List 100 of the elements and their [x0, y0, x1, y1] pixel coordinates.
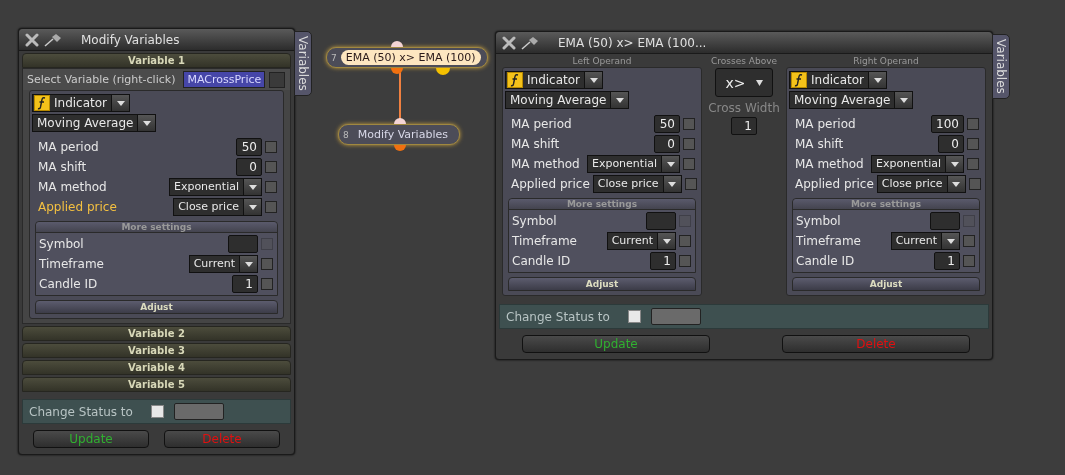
param-label: MA period	[795, 117, 857, 131]
pin-icon[interactable]	[521, 35, 539, 50]
flow-node[interactable]: 8 Modify Variables	[338, 124, 460, 145]
variable-field[interactable]: MACrossPrice	[183, 71, 266, 88]
status-label: Change Status to	[506, 309, 610, 324]
caret-icon	[244, 261, 253, 267]
section-header[interactable]: Variable 5	[22, 377, 291, 392]
checkbox[interactable]	[967, 158, 979, 170]
function-icon	[791, 72, 807, 88]
param-label: Applied price	[795, 177, 874, 191]
checkbox[interactable]	[265, 141, 277, 153]
pin-icon[interactable]	[44, 32, 62, 47]
source-dropdown[interactable]: Indicator	[32, 94, 131, 112]
checkbox[interactable]	[679, 235, 691, 247]
dropdown[interactable]: Exponential	[870, 155, 964, 173]
side-tab[interactable]: Variables	[992, 34, 1010, 99]
close-icon[interactable]	[502, 35, 516, 50]
text-field[interactable]	[228, 235, 258, 253]
dropdown[interactable]: Close price	[592, 175, 682, 193]
side-tab[interactable]: Variables	[294, 31, 312, 96]
section-header[interactable]: Variable 2	[22, 326, 291, 341]
flow-node[interactable]: 7 EMA (50) x> EMA (100)	[326, 47, 488, 68]
output-port-icon[interactable]	[436, 68, 450, 76]
param-label: Timeframe	[796, 234, 862, 248]
input-port-icon[interactable]	[391, 39, 403, 47]
dropdown[interactable]: Moving Average	[789, 91, 914, 109]
number-field[interactable]: 1	[934, 252, 960, 270]
dropdown[interactable]: Current	[890, 232, 960, 250]
text-field[interactable]	[930, 212, 960, 230]
number-field[interactable]: 1	[232, 275, 258, 293]
dropdown[interactable]: Close price	[876, 175, 966, 193]
checkbox[interactable]	[967, 118, 979, 130]
section-header[interactable]: Variable 1	[22, 53, 291, 68]
status-field[interactable]	[173, 403, 224, 420]
checkbox[interactable]	[627, 310, 641, 323]
dropdown[interactable]: Current	[188, 255, 258, 273]
close-icon[interactable]	[25, 32, 39, 47]
checkbox[interactable]	[683, 138, 695, 150]
checkbox[interactable]	[261, 278, 273, 290]
number-field[interactable]: 0	[938, 135, 964, 153]
source-dropdown[interactable]: Indicator	[789, 71, 888, 89]
number-field[interactable]: 0	[654, 135, 680, 153]
adjust-button[interactable]: Adjust	[35, 300, 278, 314]
dropdown[interactable]: Moving Average	[32, 114, 157, 132]
output-port-icon[interactable]	[394, 145, 406, 152]
number-field[interactable]: 1	[650, 252, 676, 270]
update-button[interactable]: Update	[33, 430, 149, 448]
text-field[interactable]	[646, 212, 676, 230]
output-port-icon[interactable]	[391, 68, 403, 75]
adjust-button[interactable]: Adjust	[508, 277, 696, 291]
function-icon	[507, 72, 523, 88]
param-label: Candle ID	[796, 254, 856, 268]
dropdown[interactable]: Current	[606, 232, 676, 250]
caret-icon	[615, 97, 624, 103]
checkbox[interactable]	[265, 161, 277, 173]
source-dropdown[interactable]: Indicator	[505, 71, 604, 89]
number-field[interactable]: 50	[236, 138, 262, 156]
caret-icon	[899, 97, 908, 103]
checkbox[interactable]	[265, 201, 277, 213]
param-label: Symbol	[796, 214, 842, 228]
status-field[interactable]	[650, 308, 701, 325]
dropdown[interactable]: Close price	[173, 198, 262, 216]
caret-icon	[946, 238, 955, 244]
node-number: 7	[331, 52, 337, 63]
checkbox[interactable]	[683, 118, 695, 130]
param-label: Applied price	[38, 200, 118, 214]
checkbox[interactable]	[684, 178, 697, 190]
input-port-icon[interactable]	[394, 116, 406, 124]
checkbox[interactable]	[683, 158, 695, 170]
caret-icon	[662, 238, 671, 244]
number-field[interactable]: 50	[654, 115, 680, 133]
checkbox[interactable]	[265, 181, 277, 193]
checkbox[interactable]	[963, 255, 975, 267]
dropdown[interactable]: Exponential	[168, 178, 262, 196]
caret-icon	[248, 204, 257, 210]
param-label: Timeframe	[39, 257, 105, 271]
number-field[interactable]: 100	[931, 115, 964, 133]
caret-icon	[950, 161, 959, 167]
update-button[interactable]: Update	[522, 335, 710, 353]
checkbox[interactable]	[679, 255, 691, 267]
adjust-button[interactable]: Adjust	[792, 277, 980, 291]
checkbox[interactable]	[968, 178, 981, 190]
section-header[interactable]: Variable 4	[22, 360, 291, 375]
dropdown[interactable]: Exponential	[586, 155, 680, 173]
param-label: MA method	[511, 157, 581, 171]
window-title: Modify Variables	[81, 32, 180, 47]
column-label: Right Operand	[853, 55, 919, 67]
param-label: MA period	[38, 140, 100, 154]
dropdown[interactable]: Moving Average	[505, 91, 630, 109]
field-label: Cross Width	[708, 101, 780, 115]
checkbox[interactable]	[150, 405, 164, 418]
section-header[interactable]: Variable 3	[22, 343, 291, 358]
column-label: Crosses Above	[711, 55, 777, 67]
operator-dropdown[interactable]: x>	[715, 68, 773, 97]
checkbox[interactable]	[963, 235, 975, 247]
number-field[interactable]: 0	[236, 158, 262, 176]
checkbox[interactable]	[261, 258, 273, 270]
checkbox[interactable]	[967, 138, 979, 150]
checkbox[interactable]	[269, 71, 286, 88]
number-field[interactable]: 1	[731, 117, 757, 135]
